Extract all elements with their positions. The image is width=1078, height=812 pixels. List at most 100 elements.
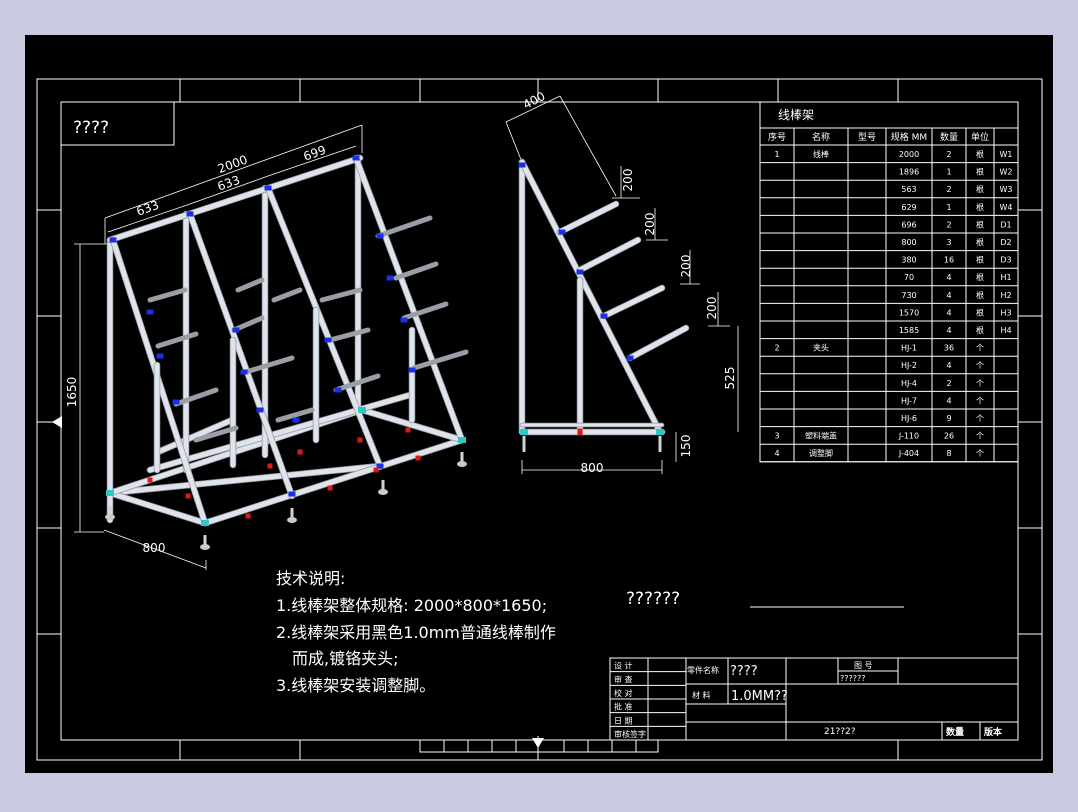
joint-clamp xyxy=(109,237,117,243)
bom-cell: 夹头 xyxy=(813,343,829,353)
bom-cell: 根 xyxy=(976,184,984,194)
joint-clamp xyxy=(256,407,264,413)
joint-clamp xyxy=(334,387,342,393)
drawing-no-value: ?????? xyxy=(840,674,865,683)
bom-cell: 1 xyxy=(946,168,951,177)
bom-cell: J-404 xyxy=(898,449,919,458)
notes-line-4: 3.线棒架安装调整脚。 xyxy=(276,676,435,695)
bom-cell: 36 xyxy=(944,344,954,353)
dim-side-width: 800 xyxy=(581,461,604,475)
bom-cell: D1 xyxy=(1000,220,1011,229)
bom-cell: HJ-1 xyxy=(901,344,917,353)
adjust-foot-pad xyxy=(378,489,388,495)
joint-clamp xyxy=(400,317,408,323)
joint-clamp xyxy=(518,162,526,168)
role-label-3: 批 准 xyxy=(614,702,633,712)
bom-cell: J-110 xyxy=(898,432,919,441)
joint-clamp xyxy=(267,463,273,469)
center-label: ?????? xyxy=(626,589,680,609)
role-label-5: 审核签字 xyxy=(614,729,646,739)
bom-cell: H2 xyxy=(1000,291,1011,300)
joint-clamp xyxy=(327,485,333,491)
role-label-0: 设 计 xyxy=(614,661,633,671)
bom-cell: 个 xyxy=(976,361,984,370)
bom-header-1: 名称 xyxy=(812,131,830,143)
joint-clamp xyxy=(292,417,300,423)
bom-cell: D3 xyxy=(1000,256,1011,265)
drawing-viewer: ???? 2000 633 633 699 1650 800 400 200 200 200 20… xyxy=(0,0,1078,808)
bom-cell: 根 xyxy=(976,149,984,159)
joint-clamp xyxy=(376,233,384,239)
bom-cell: 个 xyxy=(976,432,984,441)
qty-label: 数量 xyxy=(946,726,964,738)
joint-clamp xyxy=(172,399,180,405)
joint-clamp xyxy=(558,229,566,235)
part-name-label: 零件名称 xyxy=(687,665,719,675)
bom-cell: 调整脚 xyxy=(809,448,833,458)
dim-height: 1650 xyxy=(65,377,79,408)
part-name-value: ???? xyxy=(730,664,758,679)
joint-clamp xyxy=(201,520,209,526)
bom-cell: 根 xyxy=(976,272,984,282)
notes-heading: 技术说明: xyxy=(276,569,345,588)
joint-clamp xyxy=(576,269,584,275)
bom-cell: 4 xyxy=(946,273,951,282)
bom-cell: 2 xyxy=(774,344,779,353)
bom-cell: 根 xyxy=(976,167,984,177)
adjust-foot-pad xyxy=(105,514,115,520)
bom-cell: 4 xyxy=(946,396,951,405)
dim-side-gap3: 200 xyxy=(679,255,693,278)
bom-cell: D2 xyxy=(1000,238,1011,247)
bom-cell: 1585 xyxy=(899,326,919,335)
bom-cell: 2 xyxy=(946,150,951,159)
bom-cell: HJ-7 xyxy=(901,396,917,405)
adjust-foot-pad xyxy=(200,544,210,550)
bom-cell: 2 xyxy=(946,185,951,194)
bom-cell: 根 xyxy=(976,237,984,247)
bom-title: 线棒架 xyxy=(778,108,814,122)
bom-cell: 根 xyxy=(976,219,984,229)
drawing-no-label: 图 号 xyxy=(854,661,873,670)
dim-side-gap2: 200 xyxy=(643,213,657,236)
notes-line-3: 而成,镀铬夹头; xyxy=(292,649,398,668)
bom-cell: 个 xyxy=(976,414,984,423)
dim-side-foot: 150 xyxy=(679,435,693,458)
role-label-1: 审 查 xyxy=(614,674,633,684)
joint-clamp xyxy=(386,275,394,281)
bom-cell: H1 xyxy=(1000,273,1011,282)
bom-cell: 个 xyxy=(976,396,984,405)
joint-clamp xyxy=(324,337,332,343)
bom-cell: 4 xyxy=(946,308,951,317)
joint-clamp xyxy=(600,313,608,319)
bom-cell: 70 xyxy=(904,273,914,282)
bom-cell: 8 xyxy=(946,449,951,458)
dim-side-gap1: 200 xyxy=(621,169,635,192)
version-label: 版本 xyxy=(983,726,1003,738)
bom-cell: 根 xyxy=(976,325,984,335)
joint-clamp xyxy=(357,437,363,443)
joint-clamp xyxy=(147,477,153,483)
dim-side-gap4: 200 xyxy=(705,297,719,320)
bom-header-3: 规格 MM xyxy=(891,131,927,143)
joint-clamp xyxy=(146,309,154,315)
joint-clamp xyxy=(245,513,251,519)
joint-clamp xyxy=(415,455,421,461)
joint-clamp xyxy=(358,407,366,413)
bom-cell: 线棒 xyxy=(813,149,829,159)
bom-cell: 1 xyxy=(946,203,951,212)
title-block-code: 21??2? xyxy=(824,727,856,737)
bom-cell: 个 xyxy=(976,344,984,353)
dim-depth: 800 xyxy=(143,541,166,555)
joint-clamp xyxy=(156,353,164,359)
title-box-text: ???? xyxy=(73,118,109,138)
bom-header-0: 序号 xyxy=(768,131,786,143)
bom-cell: 4 xyxy=(946,291,951,300)
bom-cell: 2 xyxy=(946,379,951,388)
material-value: 1.0MM?? xyxy=(731,689,788,704)
bom-cell: 1 xyxy=(774,150,779,159)
bom-cell: 根 xyxy=(976,290,984,300)
role-label-2: 校 对 xyxy=(614,688,633,698)
joint-clamp xyxy=(373,467,379,473)
joint-clamp xyxy=(186,211,194,217)
bom-header-2: 型号 xyxy=(858,132,876,143)
